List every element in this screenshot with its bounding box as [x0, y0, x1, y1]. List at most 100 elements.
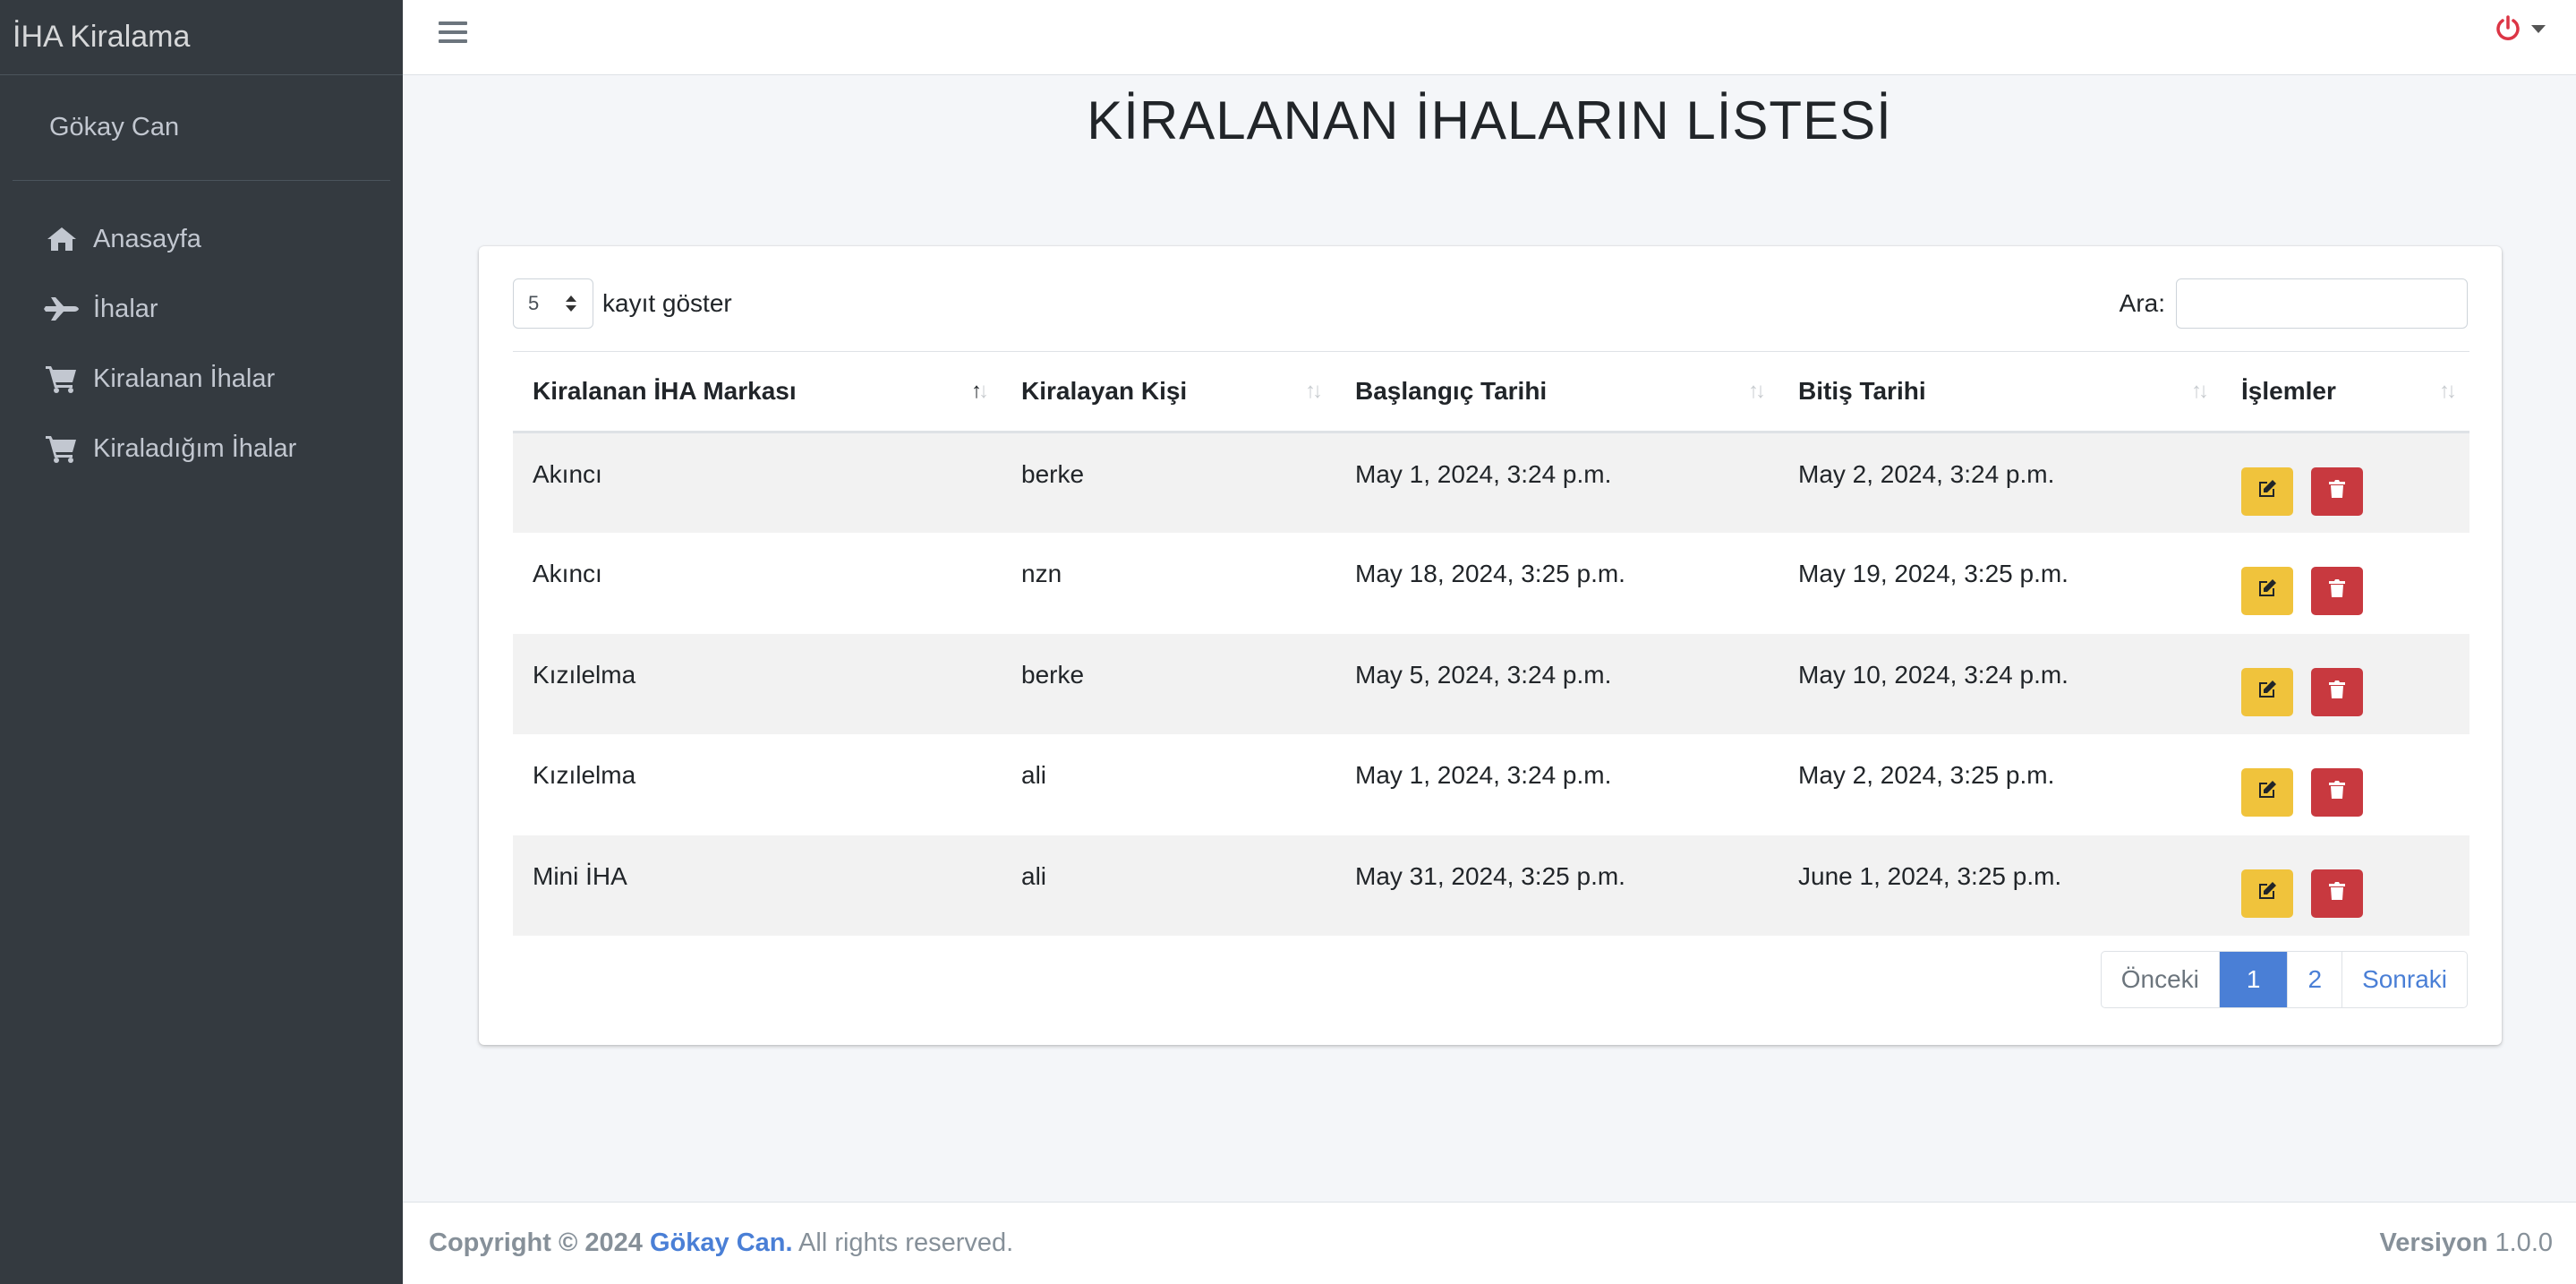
rentals-table: Kiralanan İHA Markası ↑↓ Kiralayan Kişi ↑↓…: [513, 351, 2469, 936]
delete-button[interactable]: [2311, 567, 2363, 615]
cell-actions: [2222, 734, 2469, 835]
table-controls: 5 kayıt göster Ara:: [513, 278, 2468, 332]
cell-marka: Akıncı: [533, 560, 602, 587]
user-menu-toggle[interactable]: [2494, 14, 2546, 43]
brand[interactable]: İHA Kiralama: [0, 0, 403, 75]
edit-icon: [2256, 577, 2278, 605]
table-row: Mini İHA ali May 31, 2024, 3:25 p.m. June 1…: [513, 835, 2469, 936]
cell-marka: Akıncı: [513, 432, 1002, 533]
sort-icon: ↑↓: [2191, 379, 2209, 403]
cell-bitis: May 2, 2024, 3:25 p.m.: [1798, 761, 2055, 789]
column-header-marka[interactable]: Kiralanan İHA Markası ↑↓: [513, 351, 1002, 433]
cart-icon: [43, 433, 81, 464]
cell-actions: [2222, 835, 2469, 936]
table-row: Kızılelma berke May 5, 2024, 3:24 p.m. May …: [513, 633, 2469, 734]
sort-icon: ↑↓: [2439, 379, 2457, 403]
edit-button[interactable]: [2241, 467, 2293, 516]
sidebar-item-ihalar[interactable]: İhalar: [0, 274, 403, 344]
edit-button[interactable]: [2241, 567, 2293, 615]
delete-button[interactable]: [2311, 768, 2363, 817]
sidebar-item-kiralanan-ihalar[interactable]: Kiralanan İhalar: [0, 344, 403, 414]
sort-icon: ↑↓: [1305, 379, 1323, 403]
cell-bitis: June 1, 2024, 3:25 p.m.: [1778, 835, 2222, 936]
power-icon: [2496, 15, 2520, 40]
delete-button[interactable]: [2311, 667, 2363, 716]
cell-kisi: berke: [1002, 633, 1335, 734]
cell-baslangic: May 1, 2024, 3:24 p.m.: [1335, 432, 1778, 533]
footer-version: Versiyon 1.0.0: [2379, 1228, 2553, 1257]
page-length-label: kayıt göster: [602, 289, 732, 317]
table-row: Akıncı nzn May 18, 2024, 3:25 p.m. May 19, …: [513, 533, 2469, 634]
table-header-row: Kiralanan İHA Markası ↑↓ Kiralayan Kişi ↑↓…: [513, 351, 2469, 433]
sidebar-nav: Anasayfa İhalar Kiralanan İhalar Kiralad…: [0, 181, 403, 484]
row-actions: [2241, 862, 2469, 918]
home-icon: [43, 224, 81, 254]
page-title: KİRALANAN İHALARIN LİSTESİ: [1087, 90, 1892, 150]
table-row: Akıncı berke May 1, 2024, 3:24 p.m. May 2, …: [513, 432, 2469, 533]
cell-actions: [2222, 432, 2469, 533]
column-header-baslangic[interactable]: Başlangıç Tarihi ↑↓: [1335, 351, 1778, 433]
cell-kisi: ali: [1021, 761, 1047, 789]
sort-icon: ↑↓: [1748, 379, 1766, 403]
sidebar-item-label: Kiralanan İhalar: [93, 364, 276, 393]
cell-marka: Kızılelma: [513, 633, 1002, 734]
delete-button[interactable]: [2311, 467, 2363, 516]
column-header-islemler[interactable]: İşlemler ↑↓: [2222, 351, 2469, 433]
row-actions: [2241, 560, 2469, 615]
user-panel: Gökay Can: [13, 75, 390, 181]
page-length-select[interactable]: 5: [513, 278, 593, 329]
trash-icon: [2327, 879, 2347, 908]
chevron-down-icon: [2531, 24, 2546, 33]
hamburger-icon[interactable]: [439, 18, 467, 47]
footer: Copyright © 2024 Gökay Can. All rights r…: [403, 1202, 2576, 1284]
row-actions: [2241, 661, 2469, 716]
sidebar: İHA Kiralama Gökay Can Anasayfa İhalar K…: [0, 0, 403, 1284]
column-header-bitis[interactable]: Bitiş Tarihi ↑↓: [1778, 351, 2222, 433]
edit-button[interactable]: [2241, 768, 2293, 817]
cell-kisi: nzn: [1021, 560, 1062, 587]
trash-icon: [2327, 678, 2347, 706]
pagination-page-2[interactable]: 2: [2287, 952, 2341, 1007]
sidebar-item-anasayfa[interactable]: Anasayfa: [0, 204, 403, 274]
sidebar-item-label: Kiraladığım İhalar: [93, 433, 297, 463]
search-label: Ara:: [2119, 289, 2165, 317]
edit-icon: [2256, 678, 2278, 706]
sidebar-item-label: Anasayfa: [93, 224, 201, 253]
cell-baslangic: May 31, 2024, 3:25 p.m.: [1335, 835, 1778, 936]
edit-button[interactable]: [2241, 667, 2293, 716]
plane-icon: [43, 294, 81, 324]
sidebar-item-kiraladigim-ihalar[interactable]: Kiraladığım İhalar: [0, 414, 403, 484]
cell-actions: [2222, 633, 2469, 734]
search-control: Ara:: [2120, 278, 2468, 329]
sidebar-item-label: İhalar: [93, 294, 158, 323]
cell-kisi: berke: [1002, 432, 1335, 533]
delete-button[interactable]: [2311, 869, 2363, 918]
rentals-card: 5 kayıt göster Ara: Kiralanan İHA Markas…: [479, 246, 2502, 1045]
pagination: Önceki 1 2 Sonraki: [2100, 951, 2468, 1008]
brand-title[interactable]: İHA Kiralama: [13, 20, 190, 55]
cell-baslangic: May 5, 2024, 3:24 p.m.: [1335, 633, 1778, 734]
column-header-kisi[interactable]: Kiralayan Kişi ↑↓: [1002, 351, 1335, 433]
pagination-previous[interactable]: Önceki: [2102, 952, 2219, 1007]
pagination-next[interactable]: Sonraki: [2341, 952, 2467, 1007]
cell-bitis: May 19, 2024, 3:25 p.m.: [1798, 560, 2068, 587]
cell-baslangic: May 18, 2024, 3:25 p.m.: [1355, 560, 1625, 587]
length-control: 5 kayıt göster: [513, 278, 732, 329]
cell-marka: Mini İHA: [513, 835, 1002, 936]
user-name[interactable]: Gökay Can: [49, 113, 179, 142]
edit-button[interactable]: [2241, 869, 2293, 918]
cell-marka: Kızılelma: [533, 761, 636, 789]
cell-baslangic: May 1, 2024, 3:24 p.m.: [1355, 761, 1612, 789]
trash-icon: [2327, 477, 2347, 506]
footer-author-link[interactable]: Gökay Can.: [650, 1228, 793, 1257]
cart-icon: [43, 364, 81, 394]
topbar: [403, 0, 2576, 75]
row-actions: [2241, 761, 2469, 817]
trash-icon: [2327, 778, 2347, 807]
edit-icon: [2256, 879, 2278, 908]
cell-bitis: May 2, 2024, 3:24 p.m.: [1778, 432, 2222, 533]
pagination-page-1[interactable]: 1: [2218, 952, 2288, 1007]
search-input[interactable]: [2176, 278, 2468, 329]
table-row: Kızılelma ali May 1, 2024, 3:24 p.m. May 2,…: [513, 734, 2469, 835]
page-length-value: 5: [528, 292, 540, 314]
